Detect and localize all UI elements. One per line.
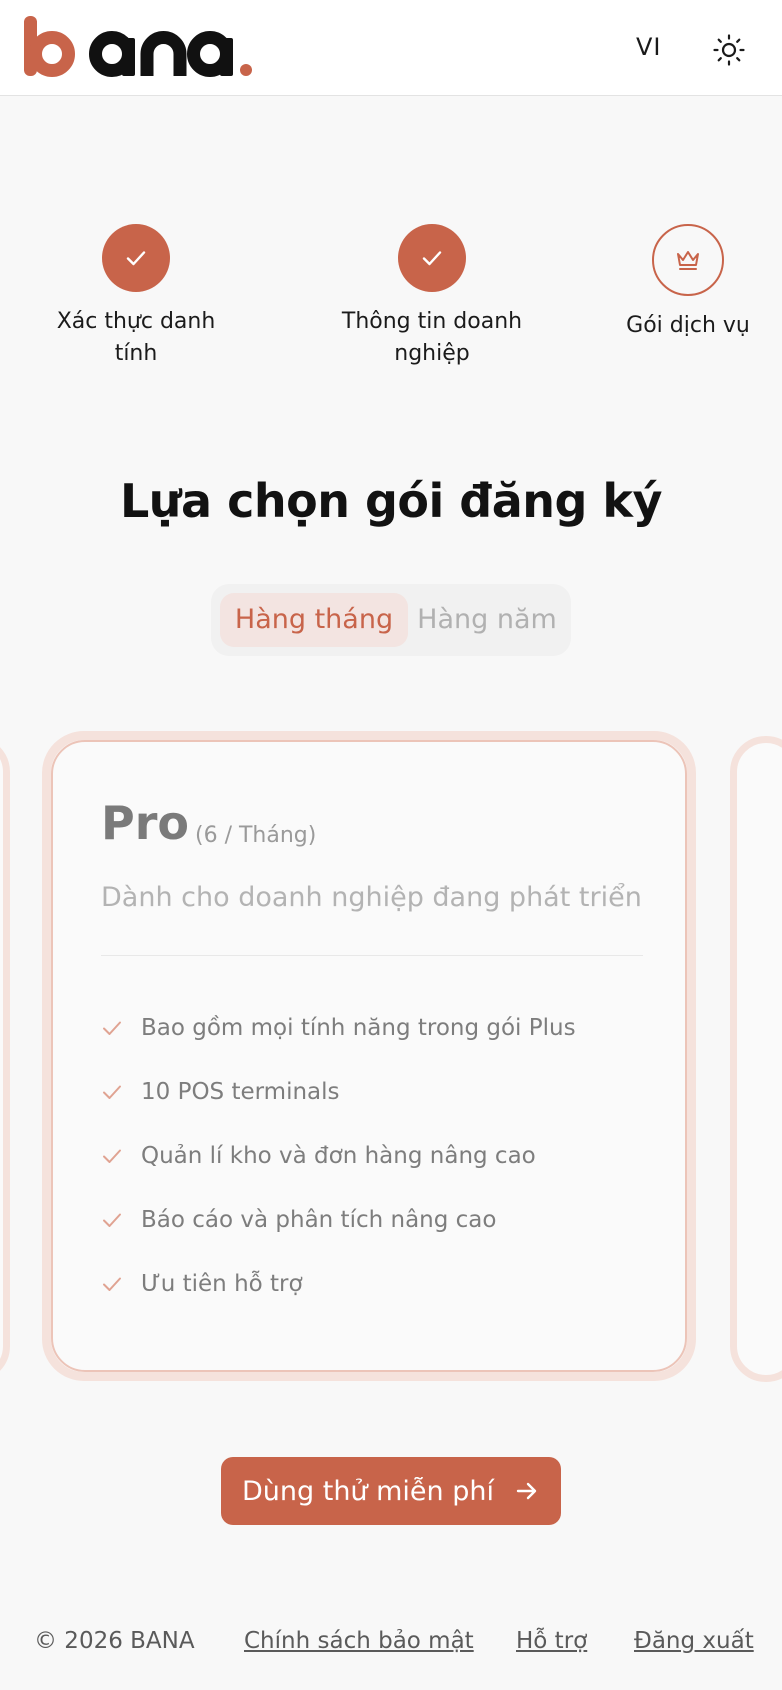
- step-service-plan: Gói dịch vụ: [620, 224, 756, 342]
- plan-card-border: Pro (6 / Tháng) Dành cho doanh nghiệp đa…: [51, 740, 687, 1372]
- step-label: Xác thực danh tính: [56, 309, 216, 366]
- free-trial-button-label: Dùng thử miễn phí: [242, 1475, 494, 1507]
- step-business-info: Thông tin doanh nghiệp: [332, 224, 532, 370]
- step-current-indicator: [652, 224, 724, 296]
- plan-feature-item: Ưu tiên hỗ trợ: [101, 1252, 576, 1316]
- plan-description: Dành cho doanh nghiệp đang phát triển: [101, 882, 642, 913]
- step-complete-indicator: [102, 224, 170, 292]
- top-bar: VI: [0, 0, 782, 96]
- check-icon: [103, 1085, 121, 1099]
- feature-text: 10 POS terminals: [141, 1079, 340, 1105]
- step-label: Thông tin doanh nghiệp: [341, 309, 523, 366]
- billing-monthly-option[interactable]: Hàng tháng: [220, 593, 408, 647]
- plan-card-next[interactable]: [730, 736, 782, 1382]
- check-icon: [103, 1213, 121, 1227]
- page-title: Lựa chọn gói đăng ký: [119, 474, 663, 528]
- page: VI Xác thực danh tính Thông tin doanh ng…: [0, 0, 782, 1690]
- feature-text: Ưu tiên hỗ trợ: [141, 1271, 303, 1297]
- copyright: © 2026 BANA: [34, 1628, 195, 1654]
- support-link[interactable]: Hỗ trợ: [516, 1628, 587, 1654]
- footer: © 2026 BANA Chính sách bảo mật Hỗ trợ Đă…: [0, 1628, 782, 1664]
- language-switcher[interactable]: VI: [636, 33, 662, 61]
- billing-period-toggle: Hàng tháng Hàng năm: [211, 584, 571, 656]
- check-icon: [103, 1149, 121, 1163]
- check-icon: [126, 251, 146, 266]
- privacy-policy-link[interactable]: Chính sách bảo mật: [244, 1628, 474, 1654]
- step-label: Gói dịch vụ: [626, 313, 750, 338]
- check-icon: [422, 251, 442, 266]
- plan-feature-item: Báo cáo và phân tích nâng cao: [101, 1188, 576, 1252]
- plan-card-previous[interactable]: [0, 736, 10, 1382]
- billing-yearly-option[interactable]: Hàng năm: [411, 593, 563, 647]
- feature-text: Bao gồm mọi tính năng trong gói Plus: [141, 1015, 576, 1041]
- feature-text: Quản lí kho và đơn hàng nâng cao: [141, 1143, 536, 1169]
- sun-icon[interactable]: [712, 33, 746, 67]
- step-complete-indicator: [398, 224, 466, 292]
- plan-feature-item: 10 POS terminals: [101, 1060, 576, 1124]
- plan-period: (6 / Tháng): [195, 823, 317, 848]
- arrow-right-icon: [516, 1482, 537, 1500]
- plan-feature-item: Quản lí kho và đơn hàng nâng cao: [101, 1124, 576, 1188]
- check-icon: [103, 1021, 121, 1035]
- plan-feature-item: Bao gồm mọi tính năng trong gói Plus: [101, 996, 576, 1060]
- plan-name: Pro: [101, 796, 190, 850]
- divider: [101, 955, 643, 956]
- plan-feature-list: Bao gồm mọi tính năng trong gói Plus 10 …: [101, 996, 576, 1316]
- feature-text: Báo cáo và phân tích nâng cao: [141, 1207, 497, 1233]
- plan-card-pro[interactable]: Pro (6 / Tháng) Dành cho doanh nghiệp đa…: [42, 731, 696, 1381]
- brand-logo[interactable]: [24, 16, 254, 82]
- free-trial-button[interactable]: Dùng thử miễn phí: [221, 1457, 561, 1525]
- crown-icon: [677, 251, 699, 270]
- check-icon: [103, 1277, 121, 1291]
- step-identity-verification: Xác thực danh tính: [44, 224, 228, 370]
- logout-link[interactable]: Đăng xuất: [634, 1628, 754, 1654]
